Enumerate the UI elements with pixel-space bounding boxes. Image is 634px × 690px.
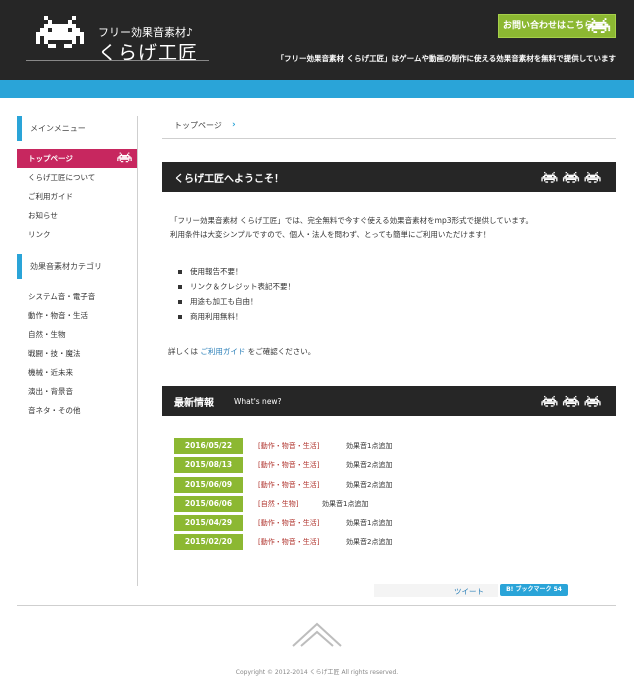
space-invader-icon	[36, 16, 84, 48]
hatena-bookmark-button[interactable]: B! ブックマーク 54	[500, 584, 568, 596]
news-text: 効果音1点追加	[346, 519, 393, 528]
intro-text: 「フリー効果音素材 くらげ工匠」では、完全無料で今すぐ使える効果音素材をmp3形…	[170, 214, 533, 242]
sidebar-item-category[interactable]: 機械・近未来	[17, 363, 137, 382]
chevron-right-icon: ›	[232, 120, 236, 130]
guide-note: 詳しくは ご利用ガイド をご確認ください。	[168, 346, 315, 357]
sidebar-item-top-page[interactable]: トップページ	[17, 149, 137, 168]
news-row: 2015/02/20 [動作・物音・生活] 効果音2点追加	[174, 534, 574, 553]
news-heading-bar: 最新情報 What's new?	[162, 386, 616, 416]
tweet-button[interactable]: ツイート	[454, 586, 484, 597]
news-row: 2016/05/22 [動作・物音・生活] 効果音1点追加	[174, 438, 574, 457]
news-row: 2015/08/13 [動作・物音・生活] 効果音2点追加	[174, 457, 574, 476]
news-text: 効果音2点追加	[346, 538, 393, 547]
heading-accent-bar	[17, 254, 22, 279]
sidebar-item-category[interactable]: システム音・電子音	[17, 287, 137, 306]
space-invader-icon	[541, 171, 601, 183]
sidebar-item-category[interactable]: 演出・背景音	[17, 382, 137, 401]
news-date: 2016/05/22	[174, 438, 243, 454]
news-category-link[interactable]: [動作・物音・生活]	[258, 515, 319, 531]
news-date: 2015/06/09	[174, 476, 243, 493]
sidebar-item-about[interactable]: くらげ工匠について	[17, 168, 137, 187]
news-date: 2015/06/06	[174, 495, 243, 512]
sidebar-item-category[interactable]: 音ネタ・その他	[17, 401, 137, 420]
sidebar-item-category[interactable]: 自然・生物	[17, 325, 137, 344]
feature-list: 使用報告不要！ リンク＆クレジット表記不要！ 用途も加工も自由！ 商用利用無料！	[178, 264, 295, 324]
news-text: 効果音1点追加	[322, 499, 369, 508]
copyright: Copyright © 2012-2014 くらげ工匠 All rights r…	[235, 669, 399, 676]
sidebar-heading-categories: 効果音素材カテゴリ	[17, 254, 137, 279]
news-text: 効果音1点追加	[346, 442, 393, 450]
news-date: 2015/08/13	[174, 457, 243, 474]
contact-label: お問い合わせはこちら	[503, 21, 594, 31]
guide-link[interactable]: ご利用ガイド	[200, 347, 245, 356]
feature-item: 商用利用無料！	[178, 309, 295, 324]
footer-divider	[17, 605, 616, 606]
intro-line: 「フリー効果音素材 くらげ工匠」では、完全無料で今すぐ使える効果音素材をmp3形…	[170, 216, 534, 225]
sidebar-item-links[interactable]: リンク	[17, 225, 137, 244]
intro-line: 利用条件は大変シンプルですので、個人・法人を問わず、とっても簡単にご利用いただけ…	[170, 230, 491, 239]
sidebar-item-category[interactable]: 動作・物音・生活	[17, 306, 137, 325]
news-row: 2015/06/06 [自然・生物] 効果音1点追加	[174, 495, 574, 515]
sidebar-item-category[interactable]: 戦闘・技・魔法	[17, 344, 137, 363]
site-header: フリー効果音素材♪ くらげ工匠 お問い合わせはこちら 「フリー効果音素材 くらげ…	[0, 0, 634, 80]
sidebar-item-label: トップページ	[28, 154, 73, 163]
sidebar-item-news[interactable]: お知らせ	[17, 206, 137, 225]
welcome-title: くらげ工匠へようこそ！	[174, 174, 284, 185]
news-category-link[interactable]: [動作・物音・生活]	[258, 457, 319, 473]
feature-item: リンク＆クレジット表記不要！	[178, 279, 295, 294]
space-invader-icon	[541, 395, 601, 407]
news-row: 2015/06/09 [動作・物音・生活] 効果音2点追加	[174, 476, 574, 496]
space-invader-icon	[587, 18, 611, 33]
header-band	[0, 80, 634, 98]
sidebar-heading-main-menu: メインメニュー	[17, 116, 137, 141]
news-list: 2016/05/22 [動作・物音・生活] 効果音1点追加 2015/08/13…	[174, 438, 574, 554]
sidebar-item-guide[interactable]: ご利用ガイド	[17, 187, 137, 206]
news-category-link[interactable]: [動作・物音・生活]	[258, 438, 319, 454]
news-category-link[interactable]: [動作・物音・生活]	[258, 534, 319, 550]
news-date: 2015/02/20	[174, 534, 243, 551]
breadcrumb[interactable]: トップページ	[174, 120, 222, 131]
news-category-link[interactable]: [動作・物音・生活]	[258, 477, 319, 493]
news-date: 2015/04/29	[174, 515, 243, 532]
heading-label: 効果音素材カテゴリ	[30, 262, 102, 271]
contact-button[interactable]: お問い合わせはこちら	[498, 14, 616, 38]
guide-suffix: をご確認ください。	[247, 347, 316, 356]
heading-accent-bar	[17, 116, 22, 141]
heading-label: メインメニュー	[30, 124, 86, 133]
feature-item: 使用報告不要！	[178, 264, 295, 279]
news-title: 最新情報	[174, 398, 214, 409]
site-tagline: 「フリー効果音素材 くらげ工匠」はゲームや動画の制作に使える効果音素材を無料で提…	[276, 54, 616, 63]
news-subtitle: What's new?	[234, 397, 282, 406]
space-invader-icon	[117, 152, 132, 163]
news-category-link[interactable]: [自然・生物]	[258, 496, 298, 512]
logo-underline	[26, 60, 209, 61]
breadcrumb-divider	[162, 138, 616, 139]
sidebar: メインメニュー トップページ くらげ工匠について ご利用ガイド お知らせ リンク…	[17, 116, 138, 586]
guide-prefix: 詳しくは	[168, 347, 198, 356]
welcome-heading-bar: くらげ工匠へようこそ！	[162, 162, 616, 192]
page-top-chevron-icon[interactable]	[291, 620, 343, 648]
site-logo[interactable]: フリー効果音素材♪ くらげ工匠	[26, 10, 216, 65]
news-text: 効果音2点追加	[346, 480, 393, 489]
news-row: 2015/04/29 [動作・物音・生活] 効果音1点追加	[174, 515, 574, 534]
feature-item: 用途も加工も自由！	[178, 294, 295, 309]
news-text: 効果音2点追加	[346, 461, 393, 470]
